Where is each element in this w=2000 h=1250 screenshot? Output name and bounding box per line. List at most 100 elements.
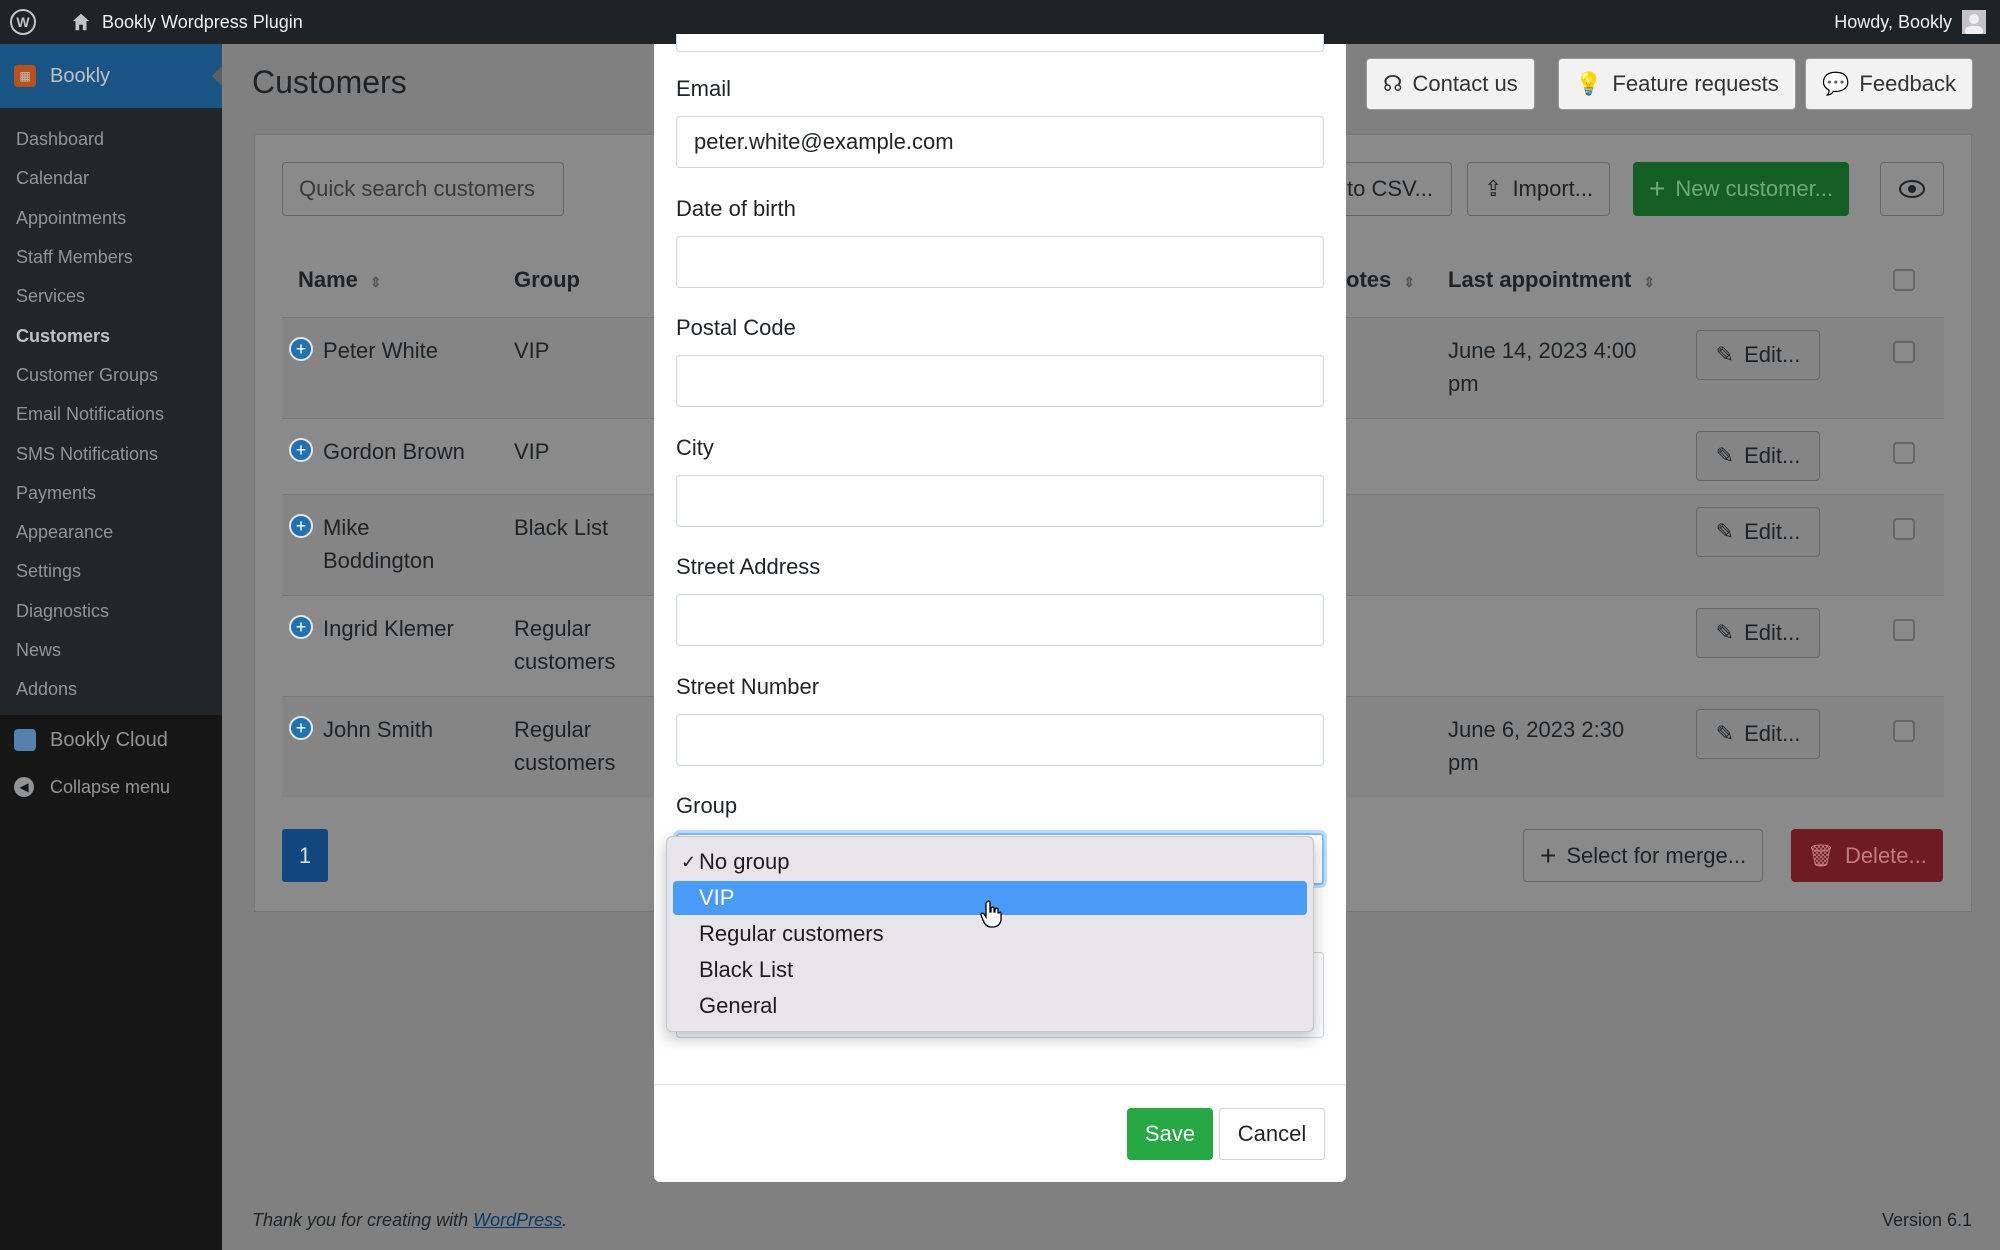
last-appointment: June 6, 2023 2:30 pm xyxy=(1448,717,1625,775)
date-of-birth-field[interactable] xyxy=(676,236,1324,288)
row-checkbox[interactable] xyxy=(1893,442,1915,464)
group-option-general[interactable]: General xyxy=(673,989,1307,1023)
modal-footer xyxy=(654,1084,1346,1085)
bookly-submenu: Dashboard Calendar Appointments Staff Membe… xyxy=(0,108,222,716)
cloud-icon xyxy=(14,729,36,752)
howdy-text: Howdy, Bookly xyxy=(1834,11,1952,32)
row-checkbox[interactable] xyxy=(1893,341,1915,363)
sidebar-item-staff-members[interactable]: Staff Members xyxy=(0,238,222,277)
sidebar-item-diagnostics[interactable]: Diagnostics xyxy=(0,592,222,631)
site-home-link[interactable]: Bookly Wordpress Plugin xyxy=(70,11,303,33)
customer-name: John Smith xyxy=(323,717,434,742)
street-number-field[interactable] xyxy=(676,714,1324,766)
import-label: Import... xyxy=(1512,176,1594,201)
edit-customer-button[interactable]: ✎ Edit... xyxy=(1696,709,1820,759)
collapse-menu-button[interactable]: ◀ Collapse menu xyxy=(0,765,222,809)
bookly-icon: ▦ xyxy=(14,65,36,87)
sidebar-item-settings[interactable]: Settings xyxy=(0,552,222,591)
column-header-last-appointment[interactable]: Last appointment ⇕ xyxy=(1448,267,1655,293)
thanks-suffix: . xyxy=(562,1210,568,1230)
header-label: Last appointment xyxy=(1448,267,1632,292)
collapse-arrow-icon: ◀ xyxy=(14,777,34,798)
street-address-field[interactable] xyxy=(676,594,1324,646)
sidebar-item-bookly-cloud[interactable]: Bookly Cloud xyxy=(0,715,222,765)
group-option-black-list[interactable]: Black List xyxy=(673,953,1307,987)
sidebar-item-appearance[interactable]: Appearance xyxy=(0,513,222,552)
edit-customer-button[interactable]: ✎ Edit... xyxy=(1696,330,1820,380)
headset-icon: ☊ xyxy=(1383,71,1403,96)
expand-row-icon[interactable]: + xyxy=(289,615,313,639)
select-for-merge-button[interactable]: + Select for merge... xyxy=(1523,829,1764,882)
header-label: Group xyxy=(514,267,580,292)
feature-requests-button[interactable]: 💡 Feature requests xyxy=(1558,58,1796,110)
sidebar-item-bookly[interactable]: ▦ Bookly xyxy=(0,44,222,108)
import-button[interactable]: ⇪ Import... xyxy=(1467,162,1611,216)
email-field[interactable]: peter.white@example.com xyxy=(676,116,1324,168)
hand-cursor-icon xyxy=(980,900,1002,928)
column-header-name[interactable]: Name ⇕ xyxy=(298,267,382,293)
site-name: Bookly Wordpress Plugin xyxy=(102,11,303,32)
edit-customer-button[interactable]: ✎ Edit... xyxy=(1696,507,1820,557)
sidebar-item-appointments[interactable]: Appointments xyxy=(0,199,222,238)
header-label: Name xyxy=(298,267,358,292)
active-menu-arrow xyxy=(212,66,222,86)
pagination-page-1[interactable]: 1 xyxy=(282,829,328,882)
column-header-notes[interactable]: otes ⇕ xyxy=(1346,267,1415,293)
avatar xyxy=(1962,10,1986,34)
last-appointment: June 14, 2023 4:00 pm xyxy=(1448,338,1637,396)
sidebar-item-label: Bookly Cloud xyxy=(50,728,168,751)
previous-field[interactable] xyxy=(676,34,1324,52)
sidebar-item-addons[interactable]: Addons xyxy=(0,670,222,709)
footer-thanks: Thank you for creating with WordPress. xyxy=(252,1210,567,1231)
user-menu[interactable]: Howdy, Bookly xyxy=(1834,10,1986,34)
column-header-group[interactable]: Group xyxy=(514,267,580,293)
sidebar-item-news[interactable]: News xyxy=(0,631,222,670)
row-checkbox[interactable] xyxy=(1893,619,1915,641)
group-option-no-group[interactable]: ✓ No group xyxy=(673,845,1307,879)
expand-row-icon[interactable]: + xyxy=(289,337,313,361)
edit-customer-button[interactable]: ✎ Edit... xyxy=(1696,431,1820,481)
sidebar-item-dashboard[interactable]: Dashboard xyxy=(0,120,222,159)
collapse-label: Collapse menu xyxy=(50,776,171,797)
city-field[interactable] xyxy=(676,475,1324,527)
edit-icon: ✎ xyxy=(1715,443,1735,468)
search-input[interactable]: Quick search customers xyxy=(282,162,564,216)
wordpress-link[interactable]: WordPress xyxy=(473,1210,562,1230)
save-button[interactable]: Save xyxy=(1127,1108,1213,1160)
sidebar-item-calendar[interactable]: Calendar xyxy=(0,159,222,198)
sidebar-item-customer-groups[interactable]: Customer Groups xyxy=(0,356,222,395)
postal-code-field[interactable] xyxy=(676,355,1324,407)
sidebar-item-sms-notifications[interactable]: SMS Notifications xyxy=(0,434,222,473)
expand-row-icon[interactable]: + xyxy=(289,514,313,538)
sidebar-item-customers[interactable]: Customers xyxy=(0,316,222,355)
checkmark-icon: ✓ xyxy=(681,851,697,872)
expand-row-icon[interactable]: + xyxy=(289,438,313,462)
trash-icon: 🗑 xyxy=(1807,842,1835,868)
cancel-button[interactable]: Cancel xyxy=(1219,1108,1325,1160)
sidebar-item-email-notifications[interactable]: Email Notifications xyxy=(0,395,222,434)
row-checkbox[interactable] xyxy=(1893,518,1915,540)
expand-row-icon[interactable]: + xyxy=(289,716,313,740)
dob-label: Date of birth xyxy=(676,196,796,221)
feedback-button[interactable]: 💬 Feedback xyxy=(1805,58,1974,110)
edit-label: Edit... xyxy=(1744,342,1801,367)
customer-group: Regular customers xyxy=(514,717,616,775)
row-checkbox[interactable] xyxy=(1893,720,1915,742)
select-all-checkbox[interactable] xyxy=(1893,269,1915,291)
export-label: to CSV... xyxy=(1347,176,1434,201)
edit-icon: ✎ xyxy=(1715,620,1735,645)
option-label: Black List xyxy=(699,957,794,982)
contact-us-button[interactable]: ☊ Contact us xyxy=(1366,58,1535,110)
column-visibility-button[interactable] xyxy=(1880,162,1944,216)
edit-icon: ✎ xyxy=(1715,342,1735,367)
sidebar-item-services[interactable]: Services xyxy=(0,277,222,316)
customer-group: Black List xyxy=(514,515,609,540)
export-csv-button[interactable]: to CSV... xyxy=(1330,162,1452,216)
wordpress-logo-icon[interactable]: W xyxy=(10,9,36,35)
option-label: No group xyxy=(699,849,790,874)
contact-label: Contact us xyxy=(1412,71,1518,96)
delete-button[interactable]: 🗑 Delete... xyxy=(1791,829,1943,882)
edit-customer-button[interactable]: ✎ Edit... xyxy=(1696,608,1820,658)
sidebar-item-payments[interactable]: Payments xyxy=(0,474,222,513)
new-customer-button[interactable]: + New customer... xyxy=(1633,162,1850,216)
